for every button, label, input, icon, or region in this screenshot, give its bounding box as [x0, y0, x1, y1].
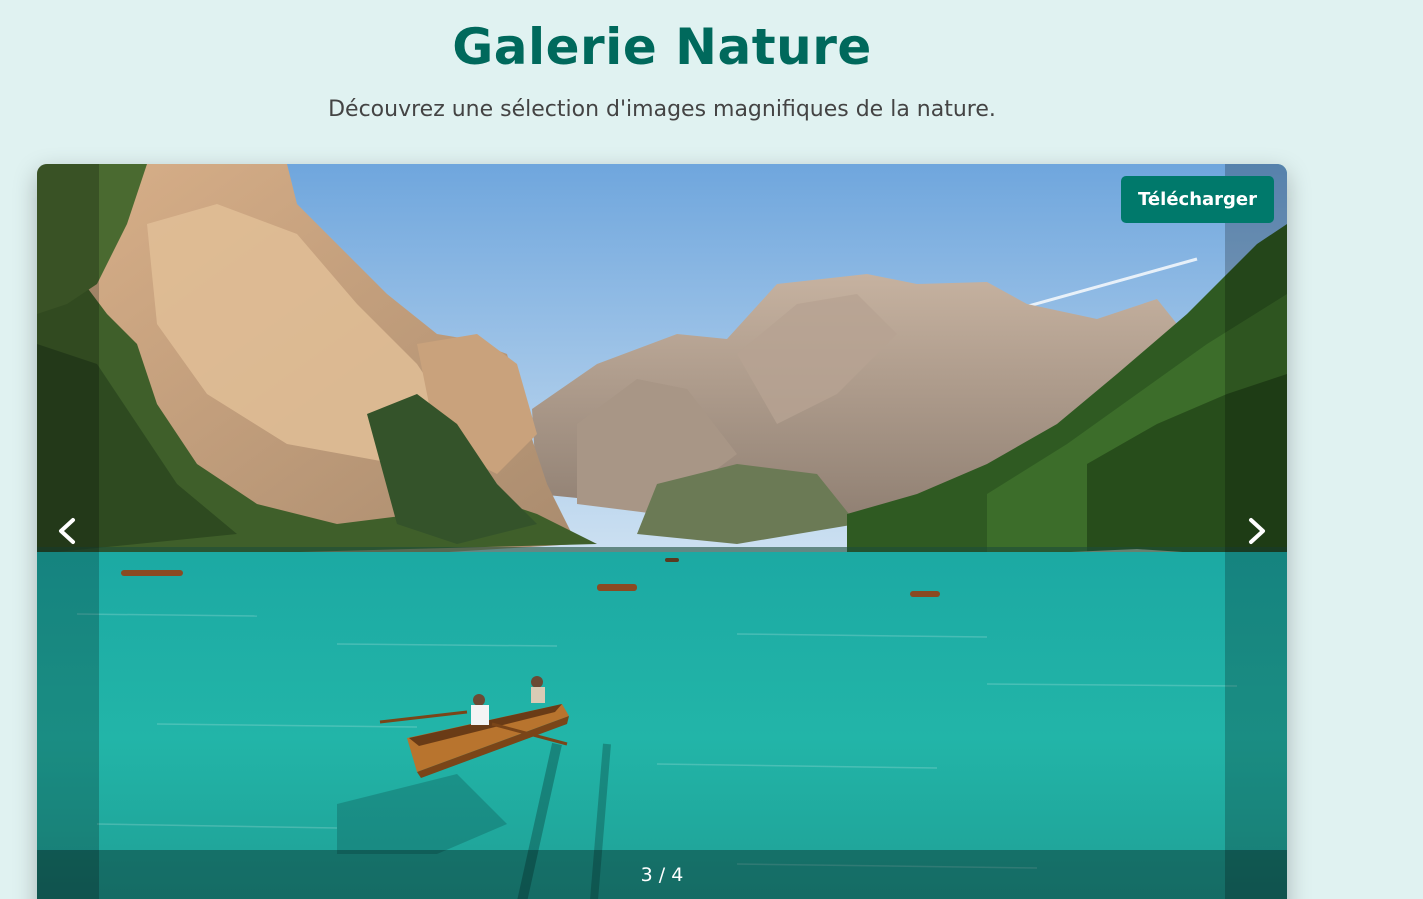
page-subtitle: Découvrez une sélection d'images magnifi… [328, 97, 996, 122]
gallery-image [37, 164, 1287, 899]
download-button[interactable]: Télécharger [1121, 176, 1274, 223]
chevron-left-icon [59, 518, 75, 544]
previous-button[interactable] [37, 164, 99, 899]
next-button[interactable] [1225, 164, 1287, 899]
counter-bar: 3 / 4 [37, 850, 1287, 899]
page-title: Galerie Nature [452, 18, 872, 76]
chevron-right-icon [1249, 518, 1265, 544]
image-gallery: Télécharger 3 / 4 [37, 164, 1287, 899]
image-counter: 3 / 4 [640, 864, 684, 886]
page: Galerie Nature Découvrez une sélection d… [0, 0, 1423, 899]
